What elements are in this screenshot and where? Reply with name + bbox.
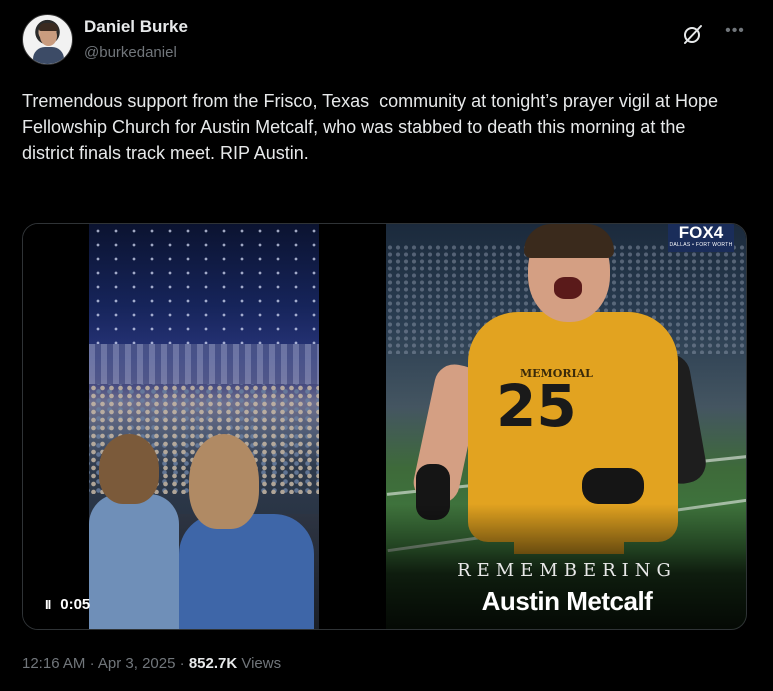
media-grid: II 0:05 MEMORIAL 25 FOX4 DALLAS • FORT WO… (22, 223, 747, 630)
attendee-head (99, 434, 159, 504)
attendee-body (179, 514, 314, 629)
memorial-photo[interactable]: MEMORIAL 25 FOX4 DALLAS • FORT WORTH REM… (386, 224, 746, 629)
video-player[interactable]: II 0:05 (23, 224, 386, 629)
attendee-body (89, 494, 179, 629)
video-frame (89, 224, 319, 629)
arena-stands (89, 344, 319, 384)
caption-remembering: REMEMBERING (457, 560, 677, 581)
author-name[interactable]: Daniel Burke (84, 17, 188, 37)
tweet-time[interactable]: 12:16 AM (22, 655, 85, 672)
pause-icon[interactable]: II (45, 597, 51, 612)
tweet-text: Tremendous support from the Frisco, Texa… (22, 91, 723, 163)
author-handle[interactable]: @burkedaniel (84, 44, 177, 61)
views-label: Views (241, 655, 282, 672)
avatar[interactable] (22, 14, 73, 65)
meta-separator: · (89, 655, 95, 672)
grok-icon[interactable] (681, 22, 705, 46)
logo-main: FOX4 (678, 224, 724, 242)
player-hair (524, 224, 614, 258)
more-icon[interactable]: ••• (722, 20, 748, 42)
logo-sub: DALLAS • FORT WORTH (669, 242, 733, 248)
avatar-hair (39, 23, 58, 31)
arena-ceiling (89, 224, 319, 344)
player-glove (582, 468, 644, 504)
tweet-meta: 12:16 AM · Apr 3, 2025 · 852.7K Views (22, 655, 281, 672)
fox4-logo: FOX4 DALLAS • FORT WORTH (668, 224, 734, 252)
meta-separator: · (179, 655, 185, 672)
video-timestamp: 0:05 (60, 596, 91, 613)
caption-name: Austin Metcalf (481, 586, 653, 616)
tweet-date[interactable]: Apr 3, 2025 (98, 655, 176, 672)
video-time[interactable]: II 0:05 (45, 596, 90, 613)
views-count[interactable]: 852.7K (189, 655, 237, 672)
attendee-head (189, 434, 259, 529)
avatar-shirt (33, 47, 64, 64)
tweet: Daniel Burke @burkedaniel ••• Tremendous… (0, 0, 773, 691)
player-mouth (554, 277, 582, 299)
jersey-number: 25 (496, 372, 577, 440)
